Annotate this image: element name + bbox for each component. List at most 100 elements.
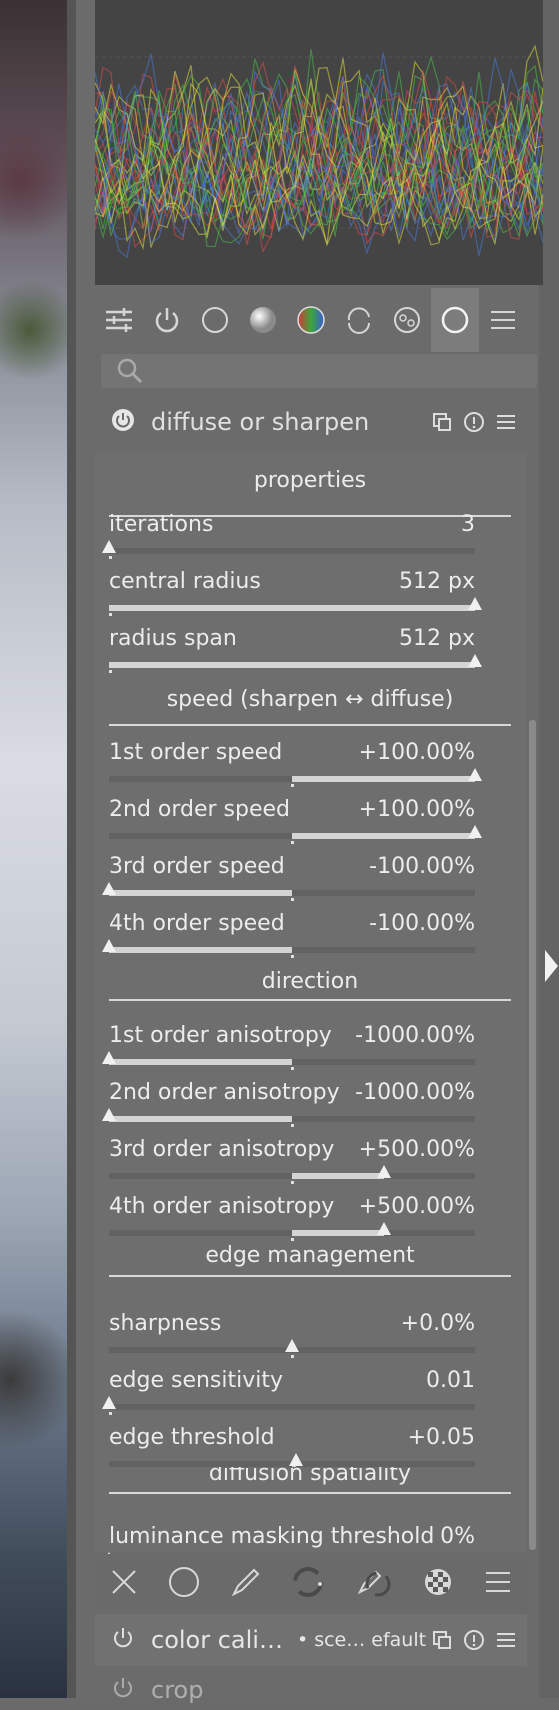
search-input[interactable] — [151, 357, 535, 385]
multi-instance-icon[interactable] — [429, 1627, 455, 1653]
slider-fill — [109, 947, 292, 953]
slider-handle[interactable] — [467, 652, 483, 668]
slider-handle[interactable] — [101, 538, 117, 554]
slider-handle[interactable] — [288, 1451, 304, 1467]
mask-toolbar — [95, 1554, 527, 1614]
slider-label: 3rd order speed — [109, 854, 285, 879]
module-body: properties speed (sharpen ↔ diffuse) dir… — [95, 452, 527, 1571]
close-icon[interactable] — [110, 1568, 138, 1600]
collapse-arrow-icon[interactable] — [545, 950, 558, 982]
slider-handle[interactable] — [467, 766, 483, 782]
slider-handle[interactable] — [101, 1394, 117, 1410]
rotate-icon[interactable] — [335, 288, 383, 352]
pencil-icon[interactable] — [230, 1566, 262, 1602]
slider-center-marker — [291, 1124, 294, 1127]
slider-fill — [292, 1230, 384, 1236]
module-title: crop — [151, 1676, 204, 1704]
slider-center-marker — [291, 1469, 294, 1472]
scrollbar[interactable] — [529, 720, 536, 1550]
reset-icon[interactable] — [461, 1627, 487, 1653]
slider-origin-marker — [109, 670, 112, 673]
slider-fill — [109, 1059, 292, 1065]
slider-value: -1000.00% — [355, 1080, 475, 1105]
slider-label: 4th order speed — [109, 911, 285, 936]
color-ball-icon[interactable] — [287, 288, 335, 352]
slider-handle[interactable] — [101, 880, 117, 896]
hamburger-menu-icon[interactable] — [484, 1568, 512, 1600]
slider-label: central radius — [109, 569, 261, 594]
slider-handle[interactable] — [284, 1337, 300, 1353]
sliders-icon[interactable] — [95, 288, 143, 352]
slider-center-marker — [291, 841, 294, 844]
slider-value: +100.00% — [358, 740, 475, 765]
slider-handle[interactable] — [376, 1163, 392, 1179]
slider-center-marker — [291, 898, 294, 901]
slider-handle[interactable] — [376, 1220, 392, 1236]
slider-center-marker — [291, 1181, 294, 1184]
module-title: color cali… — [151, 1626, 283, 1654]
slider-handle[interactable] — [101, 937, 117, 953]
slider-handle[interactable] — [101, 1106, 117, 1122]
slider-fill — [109, 605, 475, 611]
raster-mask-icon[interactable] — [422, 1566, 454, 1602]
panel-border — [67, 0, 76, 1698]
presets-menu-icon[interactable] — [493, 409, 519, 435]
circle-active-icon[interactable] — [431, 288, 479, 352]
slider-fill — [109, 662, 475, 668]
slider-origin-marker — [109, 556, 112, 559]
slider-origin-marker — [109, 613, 112, 616]
slider-value: +500.00% — [358, 1194, 475, 1219]
slider-value: -100.00% — [369, 854, 475, 879]
slider-track[interactable] — [109, 1404, 475, 1410]
slider-label: 2nd order anisotropy — [109, 1080, 340, 1105]
slider-value: +500.00% — [358, 1137, 475, 1162]
section-edge-management: edge management — [109, 1243, 511, 1277]
circle-outline-icon[interactable] — [191, 288, 239, 352]
module-header[interactable]: diffuse or sharpen — [95, 396, 527, 448]
slider-center-marker — [291, 1067, 294, 1070]
module-search-box[interactable] — [101, 354, 537, 388]
module-header-crop[interactable]: crop — [95, 1670, 527, 1710]
hamburger-menu-icon[interactable] — [479, 288, 527, 352]
slider-label: 1st order anisotropy — [109, 1023, 332, 1048]
slider-value: +0.0% — [400, 1311, 475, 1336]
histogram[interactable] — [95, 0, 543, 285]
section-speed: speed (sharpen ↔ diffuse) — [109, 687, 511, 726]
slider-handle[interactable] — [101, 1049, 117, 1065]
module-power-icon[interactable] — [111, 408, 135, 436]
slider-fill — [292, 776, 475, 782]
circle-icon[interactable] — [168, 1566, 200, 1602]
slider-track[interactable] — [109, 548, 475, 554]
sphere-icon[interactable] — [239, 288, 287, 352]
presets-menu-icon[interactable] — [493, 1627, 519, 1653]
section-direction: direction — [109, 969, 511, 1001]
parametric-mask-icon[interactable] — [292, 1566, 326, 1602]
slider-handle[interactable] — [467, 595, 483, 611]
reset-icon[interactable] — [461, 409, 487, 435]
gears-icon[interactable] — [383, 288, 431, 352]
slider-label: radius span — [109, 626, 237, 651]
slider-center-marker — [291, 1355, 294, 1358]
slider-label: edge sensitivity — [109, 1368, 284, 1393]
slider-handle[interactable] — [467, 823, 483, 839]
slider-fill — [292, 833, 475, 839]
slider-label: luminance masking threshold — [109, 1524, 435, 1549]
slider-fill — [109, 1116, 292, 1122]
section-properties: properties — [109, 468, 511, 517]
slider-fill — [292, 1173, 384, 1179]
power-icon[interactable] — [111, 1676, 135, 1704]
slider-label: 4th order anisotropy — [109, 1194, 335, 1219]
section-title: edge management — [205, 1243, 415, 1268]
power-icon[interactable] — [143, 288, 191, 352]
power-icon[interactable] — [111, 1626, 135, 1654]
drawn-parametric-icon[interactable] — [356, 1566, 392, 1602]
slider-value: -1000.00% — [355, 1023, 475, 1048]
slider-label: sharpness — [109, 1311, 222, 1336]
slider-origin-marker — [109, 1412, 112, 1415]
slider-value: +100.00% — [358, 797, 475, 822]
section-title: properties — [253, 468, 367, 493]
multi-instance-icon[interactable] — [429, 409, 455, 435]
slider-value: 512 px — [399, 626, 475, 651]
image-preview — [0, 0, 67, 1698]
module-header-color-calibration[interactable]: color cali… • sce… efault — [95, 1614, 527, 1666]
